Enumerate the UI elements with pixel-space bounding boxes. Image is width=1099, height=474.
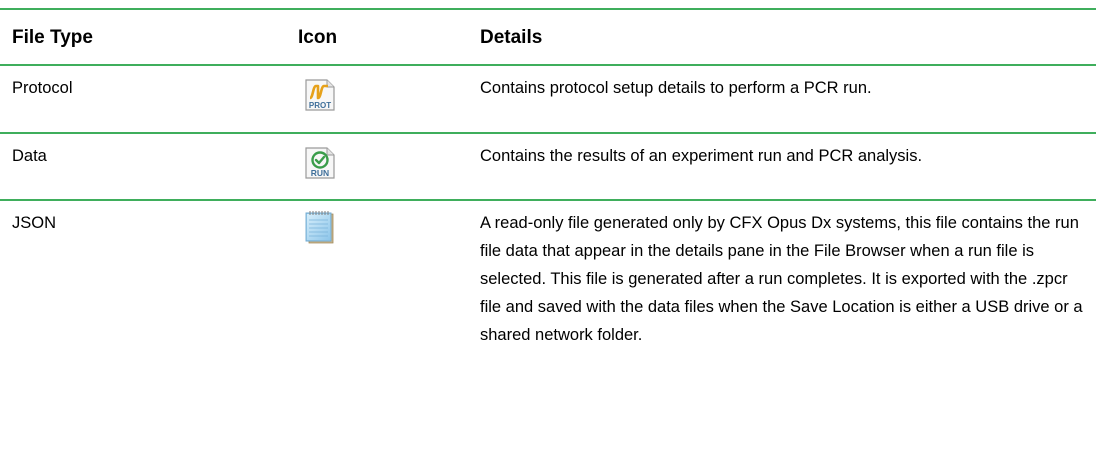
table-row: JSON A read-only file generated only by … xyxy=(0,201,1096,470)
file-type-cell: JSON xyxy=(12,214,57,232)
table-header-row: File Type Icon Details xyxy=(0,10,1096,64)
svg-text:RUN: RUN xyxy=(311,168,329,178)
notepad-file-icon xyxy=(302,209,338,245)
svg-text:PROT: PROT xyxy=(309,101,331,110)
table-row: Protocol PROT Contains protocol setup de… xyxy=(0,66,1096,132)
details-cell: Contains protocol setup details to perfo… xyxy=(480,79,872,97)
details-cell: A read-only file generated only by CFX O… xyxy=(480,214,1083,344)
run-data-file-icon: RUN xyxy=(304,146,336,180)
header-icon: Icon xyxy=(298,27,338,48)
file-types-table: File Type Icon Details Protocol PROT Con… xyxy=(0,8,1096,470)
header-details: Details xyxy=(480,27,543,48)
table-row: Data RUN Contains the results of an expe… xyxy=(0,134,1096,199)
file-type-cell: Protocol xyxy=(12,79,73,97)
details-cell: Contains the results of an experiment ru… xyxy=(480,147,923,165)
header-file-type: File Type xyxy=(12,27,93,48)
file-type-cell: Data xyxy=(12,147,47,165)
protocol-file-icon: PROT xyxy=(304,78,336,112)
